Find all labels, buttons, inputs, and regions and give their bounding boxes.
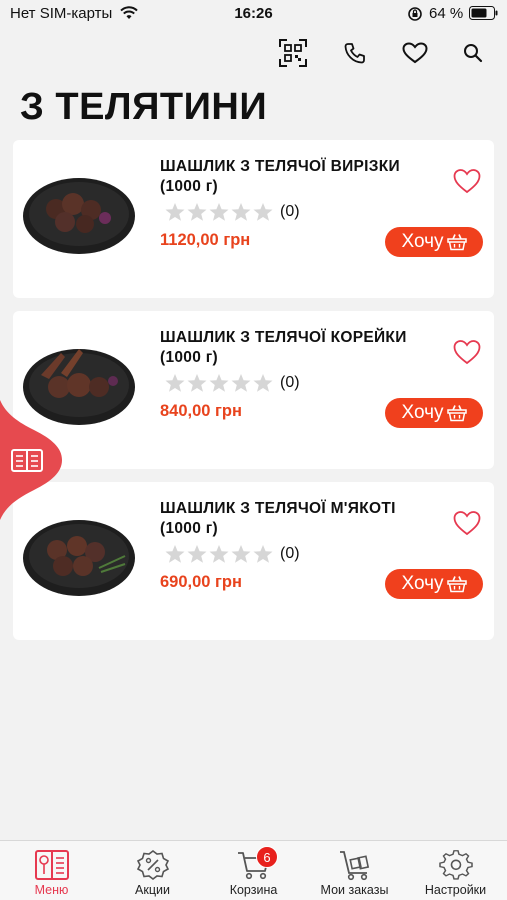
want-button-label: Хочу xyxy=(401,231,444,252)
qr-code-icon[interactable] xyxy=(278,38,308,68)
rating-stars[interactable]: (0) xyxy=(164,544,300,564)
product-price: 690,00 грн xyxy=(160,573,242,591)
star-icon[interactable] xyxy=(252,373,274,393)
want-button[interactable]: Хочу xyxy=(385,227,483,257)
product-card[interactable]: ШАШЛИК З ТЕЛЯЧОЇ КОРЕЙКИ (1000 г) (0) 84… xyxy=(13,311,494,469)
favorite-heart-icon[interactable] xyxy=(453,510,481,536)
product-price: 840,00 грн xyxy=(160,402,242,420)
search-icon[interactable] xyxy=(458,38,488,68)
product-image xyxy=(23,178,135,254)
rating-stars[interactable]: (0) xyxy=(164,373,300,393)
product-card[interactable]: ШАШЛИК З ТЕЛЯЧОЇ М'ЯКОТІ (1000 г) (0) 69… xyxy=(13,482,494,640)
tab-label: Мои заказы xyxy=(320,883,389,897)
favorites-heart-icon[interactable] xyxy=(400,38,430,68)
star-icon[interactable] xyxy=(186,202,208,222)
star-icon[interactable] xyxy=(230,544,252,564)
rating-count: (0) xyxy=(280,545,300,562)
tab-settings[interactable]: Настройки xyxy=(405,841,506,900)
basket-icon xyxy=(446,405,467,422)
product-image xyxy=(23,520,135,596)
product-name[interactable]: ШАШЛИК З ТЕЛЯЧОЇ ВИРІЗКИ (1000 г) xyxy=(160,157,430,197)
want-button[interactable]: Хочу xyxy=(385,398,483,428)
star-icon[interactable] xyxy=(252,202,274,222)
star-icon[interactable] xyxy=(164,373,186,393)
tab-label: Корзина xyxy=(229,883,278,897)
product-card[interactable]: ШАШЛИК З ТЕЛЯЧОЇ ВИРІЗКИ (1000 г) (0) 11… xyxy=(13,140,494,298)
basket-icon xyxy=(446,576,467,593)
star-icon[interactable] xyxy=(230,202,252,222)
product-name[interactable]: ШАШЛИК З ТЕЛЯЧОЇ М'ЯКОТІ (1000 г) xyxy=(160,499,430,539)
star-icon[interactable] xyxy=(164,202,186,222)
battery-icon xyxy=(469,6,499,24)
star-icon[interactable] xyxy=(208,202,230,222)
favorite-heart-icon[interactable] xyxy=(453,168,481,194)
status-bar: Нет SIM-карты 16:26 64 % xyxy=(0,0,507,28)
tab-menu[interactable]: Меню xyxy=(1,841,102,900)
top-actions xyxy=(0,38,507,68)
tab-label: Меню xyxy=(34,883,69,897)
rating-count: (0) xyxy=(280,374,300,391)
star-icon[interactable] xyxy=(252,544,274,564)
star-icon[interactable] xyxy=(208,373,230,393)
orientation-lock-icon xyxy=(407,6,423,26)
discount-badge-icon xyxy=(136,850,169,880)
tab-bar: Меню Акции Корзина Мои заказы Настройки … xyxy=(0,840,507,900)
rating-stars[interactable]: (0) xyxy=(164,202,300,222)
menu-book-icon xyxy=(34,850,69,880)
want-button-label: Хочу xyxy=(401,402,444,423)
tab-cart[interactable]: Корзина xyxy=(203,841,304,900)
phone-icon[interactable] xyxy=(340,38,370,68)
tab-label: Настройки xyxy=(424,883,487,897)
battery-percent: 64 % xyxy=(429,5,464,22)
star-icon[interactable] xyxy=(186,544,208,564)
product-name[interactable]: ШАШЛИК З ТЕЛЯЧОЇ КОРЕЙКИ (1000 г) xyxy=(160,328,430,368)
delivery-cart-icon xyxy=(339,851,369,881)
basket-icon xyxy=(446,234,467,251)
gear-icon xyxy=(438,850,473,880)
cart-badge: 6 xyxy=(256,846,278,868)
product-price: 1120,00 грн xyxy=(160,231,251,249)
star-icon[interactable] xyxy=(186,373,208,393)
want-button[interactable]: Хочу xyxy=(385,569,483,599)
rating-count: (0) xyxy=(280,203,300,220)
star-icon[interactable] xyxy=(230,373,252,393)
star-icon[interactable] xyxy=(208,544,230,564)
tab-label: Акции xyxy=(135,883,170,897)
page-title: З ТЕЛЯТИНИ xyxy=(20,86,268,128)
star-icon[interactable] xyxy=(164,544,186,564)
favorite-heart-icon[interactable] xyxy=(453,339,481,365)
tab-promotions[interactable]: Акции xyxy=(102,841,203,900)
want-button-label: Хочу xyxy=(401,573,444,594)
side-menu-tab[interactable] xyxy=(0,400,64,520)
tab-my-orders[interactable]: Мои заказы xyxy=(304,841,405,900)
